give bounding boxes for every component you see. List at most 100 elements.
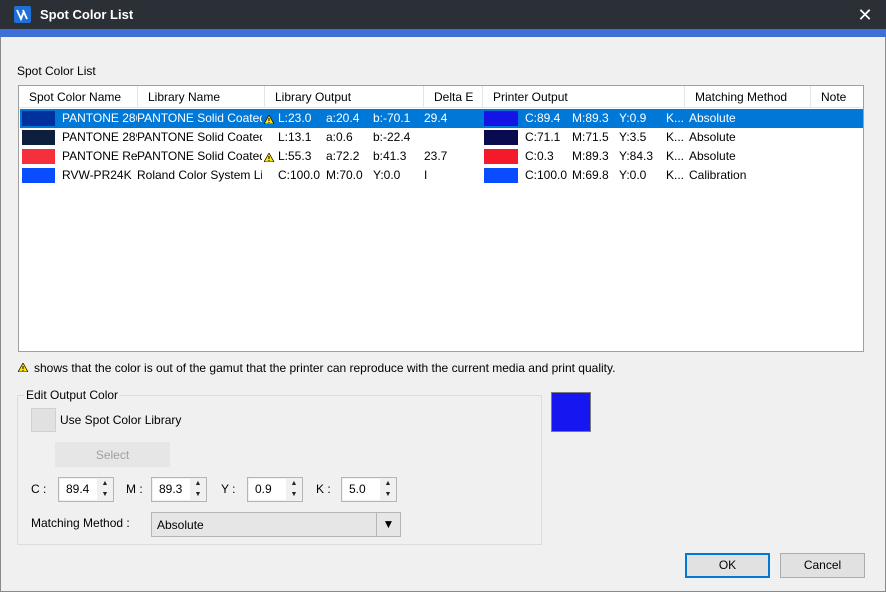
color-preview-swatch [551,392,591,432]
k-spinbox[interactable]: 5.0 ▲ ▼ [341,477,397,502]
cell-library-output-1: L:13.1 [278,130,312,144]
m-label: M : [126,482,143,496]
select-button[interactable]: Select [55,442,170,467]
cell-library-output-1: L:23.0 [278,111,312,125]
column-header-delta-e[interactable]: Delta E [424,86,483,108]
m-value[interactable]: 89.3 [153,479,190,500]
cell-printer-y: Y:84.3 [619,149,654,163]
column-header-spot-color-name[interactable]: Spot Color Name [19,86,138,108]
spot-color-listview[interactable]: Spot Color Name Library Name Library Out… [18,85,864,352]
library-color-swatch [22,149,55,164]
cell-delta-e: 23.7 [424,149,448,163]
spin-down-icon[interactable]: ▼ [287,489,301,500]
k-value[interactable]: 5.0 [343,479,380,500]
cell-library-output-3: b:-70.1 [373,111,411,125]
spot-color-list-label: Spot Color List [17,64,96,78]
cell-library-output-2: a:0.6 [326,130,353,144]
cell-spot-color-name: PANTONE Red [62,149,137,163]
cell-printer-m: M:89.3 [572,111,609,125]
matching-method-value: Absolute [157,518,204,532]
cell-library-output-2: M:70.0 [326,168,363,182]
table-row[interactable]: PANTONE 289 PANTONE Solid Coated L:13.1 a:0… [20,128,863,147]
table-row[interactable]: PANTONE 286 PANTONE Solid Coated L:23.0 a:2… [20,109,863,128]
column-header-library-output[interactable]: Library Output [265,86,424,108]
cell-matching-method: Absolute [689,130,736,144]
cell-printer-c: C:0.3 [525,149,554,163]
column-header-matching-method[interactable]: Matching Method [685,86,811,108]
cell-printer-c: C:100.0 [525,168,568,182]
y-value[interactable]: 0.9 [249,479,286,500]
spin-up-icon[interactable]: ▲ [287,478,301,489]
cell-delta-e [424,128,479,147]
close-icon[interactable]: ✕ [854,4,876,26]
spin-down-icon[interactable]: ▼ [381,489,395,500]
spin-down-icon[interactable]: ▼ [191,489,205,500]
title-bar: Spot Color List ✕ [0,0,886,29]
accent-bar [0,29,886,37]
cell-note [821,147,861,166]
warning-icon [264,115,274,124]
m-spinbox[interactable]: 89.3 ▲ ▼ [151,477,207,502]
warning-icon [18,363,28,372]
cell-library-output-1: L:55.3 [278,149,312,163]
matching-method-label: Matching Method : [31,516,130,530]
cell-printer-m: M:71.5 [572,130,609,144]
cell-delta-e: 29.4 [424,111,448,125]
cell-printer-k: K... [666,149,685,163]
table-row[interactable]: RVW-PR24K Roland Color System Lib C:100.0 M… [20,166,863,185]
c-value[interactable]: 89.4 [60,479,97,500]
cell-note [821,128,861,147]
printer-color-swatch [484,130,518,145]
edit-output-color-title: Edit Output Color [24,388,121,402]
library-color-swatch [22,130,55,145]
cell-library-output-2: a:72.2 [326,149,360,163]
column-header-library-name[interactable]: Library Name [138,86,265,108]
y-label: Y : [221,482,236,496]
c-label: C : [31,482,47,496]
cancel-button[interactable]: Cancel [780,553,865,578]
c-spinbox[interactable]: 89.4 ▲ ▼ [58,477,114,502]
k-label: K : [316,482,331,496]
use-spot-color-library-label: Use Spot Color Library [60,413,182,427]
dropdown-arrow-icon[interactable]: ▼ [376,513,400,536]
matching-method-select[interactable]: Absolute ▼ [151,512,401,537]
cell-library-output-2: a:20.4 [326,111,360,125]
printer-color-swatch [484,168,518,183]
column-header-printer-output[interactable]: Printer Output [483,86,685,108]
ok-button[interactable]: OK [685,553,770,578]
cell-delta-e: I [424,168,428,182]
cell-matching-method: Calibration [689,168,747,182]
library-color-swatch [22,111,55,126]
spin-up-icon[interactable]: ▲ [381,478,395,489]
spin-down-icon[interactable]: ▼ [98,489,112,500]
window-title: Spot Color List [40,7,134,22]
spin-up-icon[interactable]: ▲ [191,478,205,489]
cell-spot-color-name: RVW-PR24K [62,168,132,182]
cell-printer-k: K... [666,130,685,144]
cell-printer-m: M:69.8 [572,168,609,182]
cell-note [821,166,861,185]
y-spinbox[interactable]: 0.9 ▲ ▼ [247,477,303,502]
warning-icon [264,153,274,162]
column-header-note[interactable]: Note [811,86,863,108]
library-color-swatch [22,168,55,183]
app-logo-icon [14,6,31,23]
cell-spot-color-name: PANTONE 286 [62,111,137,125]
cell-note [821,109,861,128]
cell-printer-m: M:89.3 [572,149,609,163]
cell-library-name: Roland Color System Lib [137,168,262,182]
cell-printer-k: K... [666,168,685,182]
listview-header: Spot Color Name Library Name Library Out… [19,86,863,108]
cell-printer-c: C:71.1 [525,130,561,144]
table-row[interactable]: PANTONE Red PANTONE Solid Coated L:55.3 a:7… [20,147,863,166]
cell-printer-c: C:89.4 [525,111,561,125]
cell-library-name: PANTONE Solid Coated [137,130,262,144]
spin-up-icon[interactable]: ▲ [98,478,112,489]
cell-library-output-3: b:41.3 [373,149,407,163]
cell-printer-k: K... [666,111,685,125]
cell-library-name: PANTONE Solid Coated [137,149,262,163]
cell-library-output-3: b:-22.4 [373,130,411,144]
cell-library-output-3: Y:0.0 [373,168,401,182]
use-spot-color-library-checkbox[interactable] [31,408,56,432]
printer-color-swatch [484,111,518,126]
